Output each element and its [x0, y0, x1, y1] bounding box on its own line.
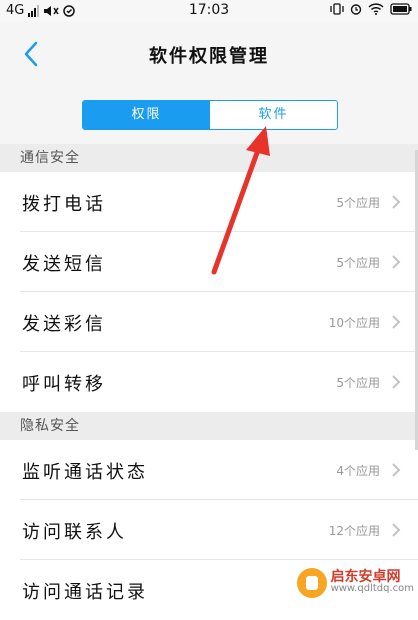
list-item[interactable]: 拨打电话 5个应用 [0, 172, 418, 232]
chevron-right-icon [392, 463, 401, 477]
list-item[interactable]: 访问联系人 12个应用 [0, 500, 418, 560]
tab-bar-container: 权限 软件 [0, 86, 418, 144]
list-item-label: 发送彩信 [22, 314, 106, 335]
watermark-url: www.qdltdq.com [330, 583, 414, 594]
wifi-icon [368, 3, 384, 15]
section-header-communication: 通信安全 [0, 144, 418, 172]
tab-permissions[interactable]: 权限 [83, 101, 210, 129]
list-item-count: 5个应用 [336, 196, 380, 210]
list-item-label: 拨打电话 [22, 194, 106, 215]
list-item-count: 12个应用 [328, 524, 380, 538]
chevron-right-icon [392, 195, 401, 209]
page-title: 软件权限管理 [149, 46, 269, 67]
list-item-label: 呼叫转移 [22, 374, 106, 395]
watermark-logo-icon [296, 568, 327, 598]
list-item-label: 发送短信 [22, 254, 106, 275]
title-bar: 软件权限管理 [0, 22, 418, 87]
list-item[interactable]: 呼叫转移 5个应用 [0, 352, 418, 412]
status-bar: 4G 17:03 [0, 0, 418, 22]
section-header-privacy: 隐私安全 [0, 412, 418, 440]
list-item-label: 监听通话状态 [22, 462, 148, 483]
tab-software[interactable]: 软件 [210, 101, 337, 129]
list-item[interactable]: 发送短信 5个应用 [0, 232, 418, 292]
chevron-right-icon [392, 375, 401, 389]
watermark-name: 启东安卓网 [330, 569, 401, 585]
list-item-count: 4个应用 [336, 464, 380, 478]
status-right [330, 3, 412, 15]
segmented-tabs: 权限 软件 [82, 100, 338, 130]
chevron-right-icon [392, 523, 401, 537]
watermark-text: 启东安卓网 www.qdltdq.com [330, 569, 414, 595]
list-item-label: 访问联系人 [22, 522, 127, 543]
list-item[interactable]: 发送彩信 10个应用 [0, 292, 418, 352]
list-item[interactable]: 监听通话状态 4个应用 [0, 440, 418, 500]
list-item-label: 访问通话记录 [22, 582, 148, 603]
list-item-count: 5个应用 [336, 256, 380, 270]
chevron-right-icon [392, 255, 401, 269]
list-item-count: 5个应用 [336, 376, 380, 390]
watermark: 启东安卓网 www.qdltdq.com [296, 568, 414, 598]
alarm-icon [350, 4, 362, 15]
battery-icon [390, 3, 412, 15]
chevron-right-icon [392, 315, 401, 329]
list-item-count: 10个应用 [328, 316, 380, 330]
vibrate-icon [330, 3, 344, 15]
